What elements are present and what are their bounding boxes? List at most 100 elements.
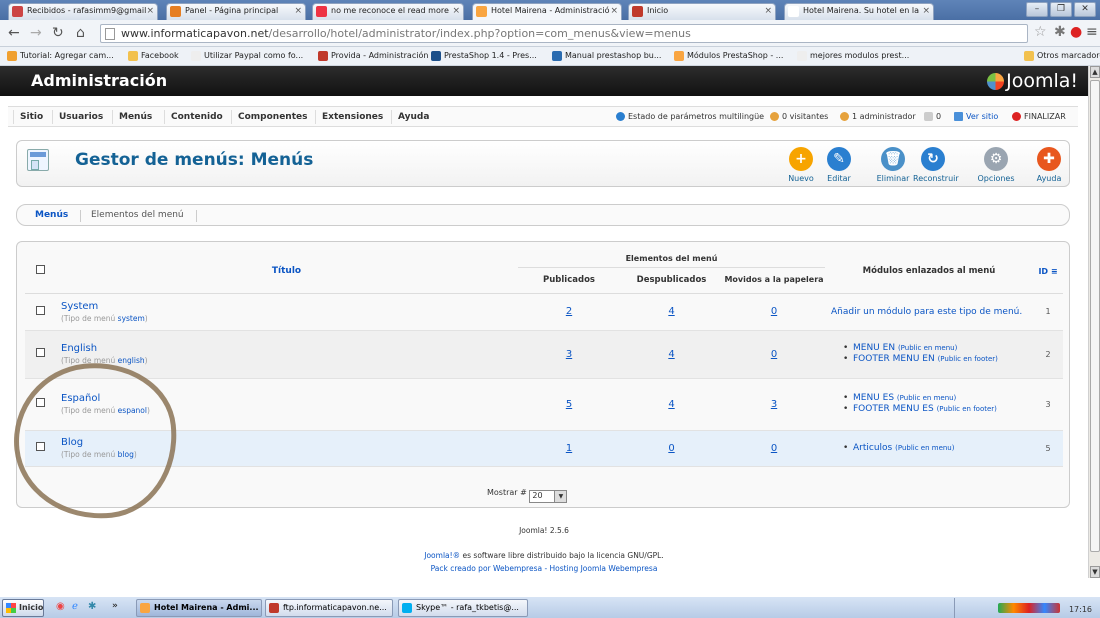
published-count-link[interactable]: 1	[518, 430, 620, 467]
bookmark-item[interactable]: Tutorial: Agregar cam...	[7, 51, 114, 61]
col-title[interactable]: Título	[55, 250, 518, 294]
trashed-count-link[interactable]: 0	[723, 293, 825, 331]
menu-title-link[interactable]: English	[61, 343, 518, 354]
taskbar-window-button[interactable]: Skype™ - rafa_tkbetis@...	[398, 599, 528, 617]
address-bar[interactable]: www.informaticapavon.net/desarrollo/hote…	[100, 24, 1028, 43]
browser-tab[interactable]: Recibidos - rafasimm9@gmail ×	[8, 3, 158, 20]
unpublished-count-link[interactable]: 4	[620, 293, 723, 331]
delete-button[interactable]: 🗑 Eliminar	[873, 147, 913, 183]
tray-icons[interactable]	[998, 603, 1061, 613]
bookmark-item[interactable]: Módulos PrestaShop - ...	[674, 51, 783, 61]
minimize-button[interactable]: –	[1026, 2, 1048, 17]
row-checkbox[interactable]	[35, 348, 45, 357]
bookmark-item[interactable]: mejores modulos prest...	[797, 51, 909, 61]
home-icon[interactable]: ⌂	[76, 25, 85, 41]
admin-menu-item[interactable]: Sitio	[12, 110, 43, 124]
back-icon[interactable]: ←	[8, 25, 20, 41]
reload-icon[interactable]: ↻	[52, 25, 64, 41]
options-button[interactable]: ⚙ Opciones	[976, 147, 1016, 183]
browser-tab[interactable]: Inicio ×	[628, 3, 776, 20]
taskbar-window-button[interactable]: Hotel Mairena - Admi...	[136, 599, 262, 617]
messenger-quicklaunch-icon[interactable]: ✱	[88, 601, 96, 612]
close-tab-icon[interactable]: ×	[922, 6, 930, 16]
published-count-link[interactable]: 2	[518, 293, 620, 331]
bookmark-item[interactable]: Utilizar Paypal como fo...	[191, 51, 303, 61]
module-link[interactable]: FOOTER MENU EN (Public en footer)	[843, 354, 1033, 365]
chrome-quicklaunch-icon[interactable]: ◉	[56, 601, 65, 612]
taskbar-window-button[interactable]: ftp.informaticapavon.ne...	[265, 599, 393, 617]
extension-icon[interactable]: ✱	[1054, 24, 1066, 40]
unpublished-count-link[interactable]: 4	[620, 330, 723, 379]
browser-tab[interactable]: no me reconoce el read more ×	[312, 3, 464, 20]
close-tab-icon[interactable]: ×	[146, 6, 154, 16]
multilingual-status[interactable]: Estado de parámetros multilingüe	[616, 112, 764, 121]
menu-title-link[interactable]: System	[61, 301, 518, 312]
admin-menu-item[interactable]: Usuarios	[51, 110, 103, 124]
admin-menu-item[interactable]: Extensiones	[314, 110, 383, 124]
admins-status: 1 administrador	[840, 112, 916, 121]
row-checkbox[interactable]	[35, 305, 45, 315]
view-site-label: Ver sitio	[966, 112, 999, 121]
col-id[interactable]: ID ≡	[1033, 250, 1063, 294]
new-button[interactable]: + Nuevo	[781, 147, 821, 183]
scroll-thumb[interactable]	[1090, 80, 1100, 552]
admin-menu-item[interactable]: Componentes	[230, 110, 307, 124]
footer-pack[interactable]: Pack creado por Webempresa - Hosting Joo…	[0, 564, 1088, 573]
unpublished-count-link[interactable]: 4	[620, 378, 723, 431]
maximize-button[interactable]: ❐	[1050, 2, 1072, 17]
rebuild-button[interactable]: ↻ Reconstruir	[913, 147, 959, 183]
module-link[interactable]: MENU EN (Public en menu)	[843, 343, 1033, 354]
trashed-count-link[interactable]: 0	[723, 330, 825, 379]
close-tab-icon[interactable]: ×	[764, 6, 772, 16]
tab-menus[interactable]: Menús	[35, 210, 68, 220]
bookmark-item[interactable]: PrestaShop 1.4 - Pres...	[431, 51, 537, 61]
chevron-more-icon[interactable]: »	[112, 601, 118, 611]
bookmark-icon	[674, 51, 684, 61]
bookmark-item[interactable]: Manual prestashop bu...	[552, 51, 661, 61]
module-link[interactable]: FOOTER MENU ES (Public en footer)	[843, 404, 1033, 415]
start-button[interactable]: Inicio	[2, 599, 44, 617]
close-tab-icon[interactable]: ×	[294, 6, 302, 16]
joomla-link[interactable]: Joomla!®	[424, 551, 460, 560]
trashed-count-link[interactable]: 3	[723, 378, 825, 431]
scroll-down-icon[interactable]: ▼	[1090, 566, 1100, 578]
opera-icon[interactable]: ●	[1070, 24, 1082, 40]
select-all-checkbox[interactable]	[35, 265, 45, 275]
submenu-tabs: Menús Elementos del menú	[16, 204, 1070, 226]
add-module-link[interactable]: Añadir un módulo para este tipo de menú.	[831, 307, 1022, 317]
module-link[interactable]: Articulos (Public en menu)	[843, 443, 1033, 454]
trashed-count-link[interactable]: 0	[723, 430, 825, 467]
toolbar-label: Opciones	[977, 174, 1015, 183]
messages-status[interactable]: 0	[924, 112, 941, 121]
bookmark-item[interactable]: Provida - Administración	[318, 51, 428, 61]
admin-menu-item[interactable]: Contenido	[164, 110, 223, 124]
bookmark-item[interactable]: Facebook	[128, 51, 179, 61]
menu-icon[interactable]: ≡	[1086, 24, 1098, 40]
browser-tab[interactable]: Hotel Mairena - Administració ×	[472, 3, 622, 20]
admin-menu-item[interactable]: Menús	[111, 110, 152, 124]
tab-favicon-icon	[632, 6, 643, 17]
visitors-status: 0 visitantes	[770, 112, 828, 121]
bookmark-star-icon[interactable]: ☆	[1034, 24, 1047, 40]
tab-menu-items[interactable]: Elementos del menú	[91, 210, 184, 220]
ie-quicklaunch-icon[interactable]: ℯ	[72, 601, 78, 612]
page-scrollbar[interactable]: ▲ ▼	[1088, 66, 1100, 578]
close-tab-icon[interactable]: ×	[452, 6, 460, 16]
module-link[interactable]: MENU ES (Public en menu)	[843, 393, 1033, 404]
forward-icon[interactable]: →	[30, 25, 42, 41]
published-count-link[interactable]: 5	[518, 378, 620, 431]
help-button[interactable]: ✚ Ayuda	[1029, 147, 1069, 183]
close-window-button[interactable]: ✕	[1074, 2, 1096, 17]
limit-select[interactable]: 20 ▼	[529, 490, 568, 503]
scroll-up-icon[interactable]: ▲	[1090, 66, 1100, 78]
browser-tab[interactable]: Hotel Mairena. Su hotel en la ×	[784, 3, 934, 20]
other-bookmarks[interactable]: Otros marcadores	[1024, 51, 1100, 61]
published-count-link[interactable]: 3	[518, 330, 620, 379]
edit-button[interactable]: ✎ Editar	[819, 147, 859, 183]
unpublished-count-link[interactable]: 0	[620, 430, 723, 467]
close-tab-icon[interactable]: ×	[610, 6, 618, 16]
browser-tab[interactable]: Panel - Página principal ×	[166, 3, 306, 20]
admin-menu-item[interactable]: Ayuda	[390, 110, 429, 124]
view-site-link[interactable]: Ver sitio	[954, 112, 998, 121]
logout-link[interactable]: FINALIZAR	[1012, 112, 1066, 121]
